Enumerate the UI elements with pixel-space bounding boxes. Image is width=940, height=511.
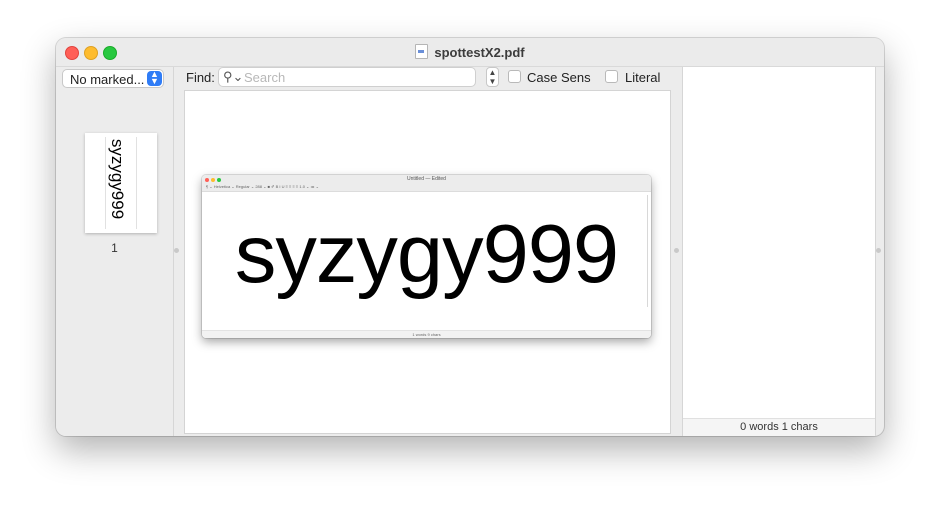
window-title-text: spottestX2.pdf — [434, 45, 525, 60]
embedded-toolbar: ¶ ⌄ Helvetica ⌄ Regular ⌄ 288 ⌄ ■ ✐ B I … — [206, 184, 319, 189]
literal-label: Literal — [625, 70, 661, 85]
embedded-status-bar: 1 words 9 chars — [202, 330, 651, 338]
case-sensitive-checkbox[interactable] — [508, 70, 521, 83]
page-thumbnail[interactable]: syzygy999 — [85, 133, 157, 233]
literal-checkbox[interactable] — [605, 70, 618, 83]
title-bar[interactable]: spottestX2.pdf — [56, 38, 884, 67]
text-panel[interactable]: 0 words 1 chars — [682, 67, 876, 436]
thumbnail-sidebar: No marked... ▲ ▼ syzygy999 1 — [56, 67, 174, 436]
far-right-splitter-handle[interactable] — [876, 248, 881, 253]
search-field[interactable]: ⚲⌄ — [218, 67, 476, 87]
marked-filter-popup[interactable]: No marked... ▲ ▼ — [62, 69, 164, 88]
embedded-document-text: syzygy999 — [234, 207, 619, 300]
marked-filter-value: No marked... — [70, 72, 145, 87]
search-input[interactable] — [244, 69, 469, 85]
popup-chevron-icon[interactable]: ▲ ▼ — [147, 70, 162, 86]
embedded-scrollbar — [647, 195, 648, 307]
embedded-window-title: Untitled — Edited — [407, 176, 446, 182]
right-splitter-handle[interactable] — [674, 248, 679, 253]
app-window: spottestX2.pdf No marked... ▲ ▼ syzygy999… — [56, 38, 884, 436]
find-label: Find: — [186, 70, 215, 85]
find-bar: Find: ⚲⌄ ▲▼ Case Sens Literal — [174, 67, 681, 91]
pdf-document-icon — [415, 44, 429, 59]
thumbnail-page-number: 1 — [111, 241, 118, 255]
word-count-status: 0 words 1 chars — [683, 418, 875, 436]
embedded-screenshot: Untitled — Edited ¶ ⌄ Helvetica ⌄ Regula… — [202, 175, 651, 338]
search-navigation-stepper[interactable]: ▲ ▼ — [486, 67, 499, 87]
embedded-title-bar: Untitled — Edited ¶ ⌄ Helvetica ⌄ Regula… — [202, 175, 651, 192]
left-splitter-handle[interactable] — [174, 248, 179, 253]
case-sensitive-label: Case Sens — [527, 70, 591, 85]
thumbnail-text: syzygy999 — [108, 138, 127, 220]
pdf-page-view[interactable]: Untitled — Edited ¶ ⌄ Helvetica ⌄ Regula… — [185, 91, 670, 433]
window-title: spottestX2.pdf — [56, 44, 884, 60]
search-icon[interactable]: ⚲⌄ — [223, 69, 243, 85]
